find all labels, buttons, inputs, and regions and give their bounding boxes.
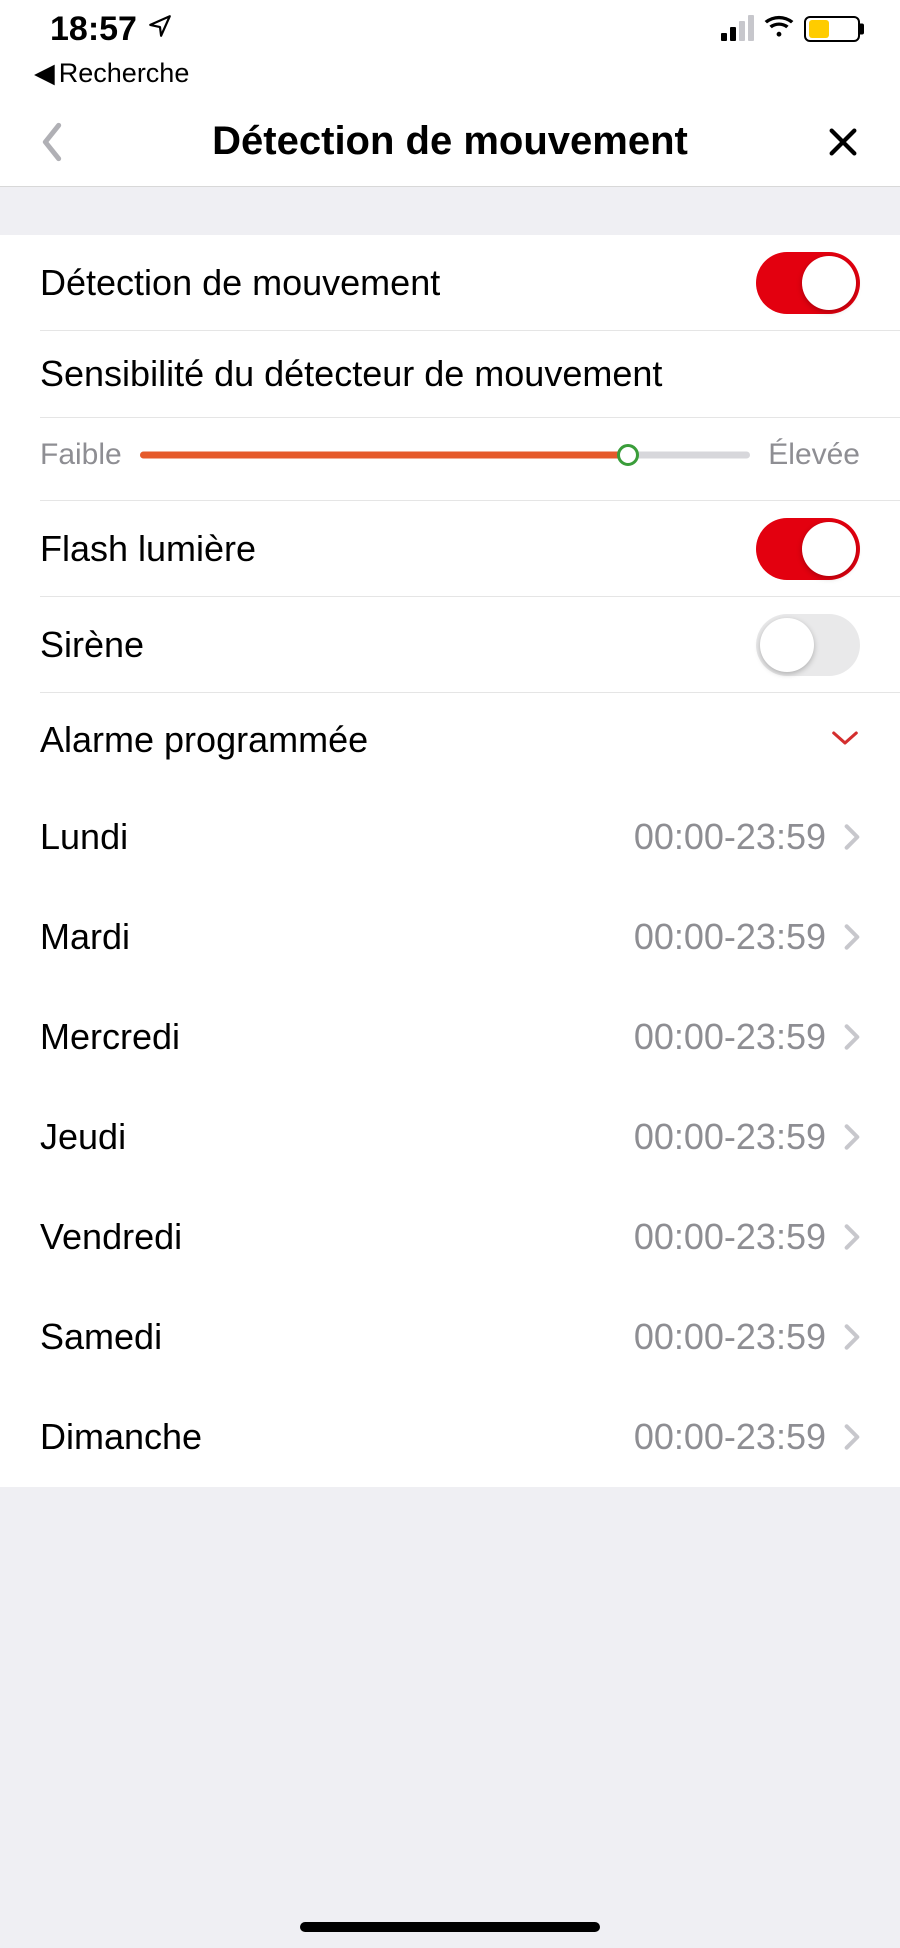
wifi-icon — [764, 15, 794, 44]
schedule-time-range: 00:00-23:59 — [634, 816, 826, 858]
chevron-right-icon — [844, 1223, 860, 1251]
sensitivity-slider[interactable] — [140, 443, 751, 467]
nav-bar: Détection de mouvement — [0, 97, 900, 187]
row-scheduled-alarm[interactable]: Alarme programmée — [40, 693, 900, 787]
schedule-time-range: 00:00-23:59 — [634, 1016, 826, 1058]
schedule-day-label: Jeudi — [40, 1116, 126, 1158]
schedule-row[interactable]: Mercredi 00:00-23:59 — [40, 987, 900, 1087]
row-siren: Sirène — [40, 597, 900, 693]
row-sensitivity-slider: Faible Élevée — [40, 418, 900, 501]
close-button[interactable] — [800, 125, 860, 159]
chevron-right-icon — [844, 1323, 860, 1351]
motion-detection-label: Détection de mouvement — [40, 262, 440, 304]
schedule-day-label: Vendredi — [40, 1216, 182, 1258]
schedule-row[interactable]: Lundi 00:00-23:59 — [40, 787, 900, 887]
schedule-day-label: Dimanche — [40, 1416, 202, 1458]
sensitivity-low-label: Faible — [40, 438, 122, 472]
back-caret-icon: ◀ — [34, 58, 55, 89]
schedule-row[interactable]: Mardi 00:00-23:59 — [40, 887, 900, 987]
flash-light-toggle[interactable] — [756, 518, 860, 580]
schedule-row[interactable]: Samedi 00:00-23:59 — [40, 1287, 900, 1387]
schedule-row[interactable]: Dimanche 00:00-23:59 — [40, 1387, 900, 1487]
scheduled-alarm-label: Alarme programmée — [40, 719, 368, 761]
schedule-time-range: 00:00-23:59 — [634, 1216, 826, 1258]
schedule-day-label: Samedi — [40, 1316, 162, 1358]
row-flash-light: Flash lumière — [40, 501, 900, 597]
settings-list: Détection de mouvement Sensibilité du dé… — [0, 235, 900, 1487]
schedule-day-label: Mercredi — [40, 1016, 180, 1058]
status-time: 18:57 — [50, 10, 137, 49]
chevron-down-icon — [830, 728, 860, 753]
schedule-time-range: 00:00-23:59 — [634, 1416, 826, 1458]
schedule-time-range: 00:00-23:59 — [634, 1316, 826, 1358]
schedule-time-range: 00:00-23:59 — [634, 1116, 826, 1158]
sensitivity-label: Sensibilité du détecteur de mouvement — [40, 331, 860, 417]
chevron-right-icon — [844, 1023, 860, 1051]
cell-signal-icon — [721, 17, 754, 41]
schedule-row[interactable]: Jeudi 00:00-23:59 — [40, 1087, 900, 1187]
chevron-right-icon — [844, 1423, 860, 1451]
row-sensitivity-title: Sensibilité du détecteur de mouvement — [40, 331, 900, 418]
page-title: Détection de mouvement — [100, 119, 800, 164]
row-motion-detection: Détection de mouvement — [40, 235, 900, 331]
chevron-right-icon — [844, 823, 860, 851]
chevron-right-icon — [844, 1123, 860, 1151]
schedule-day-label: Lundi — [40, 816, 128, 858]
status-bar: 18:57 — [0, 0, 900, 58]
flash-light-label: Flash lumière — [40, 528, 256, 570]
motion-detection-toggle[interactable] — [756, 252, 860, 314]
siren-toggle[interactable] — [756, 614, 860, 676]
sensitivity-high-label: Élevée — [768, 438, 860, 472]
location-icon — [147, 13, 173, 46]
back-to-app[interactable]: ◀ Recherche — [0, 58, 900, 97]
back-button[interactable] — [40, 122, 100, 162]
schedule-row[interactable]: Vendredi 00:00-23:59 — [40, 1187, 900, 1287]
siren-label: Sirène — [40, 624, 144, 666]
schedule-day-label: Mardi — [40, 916, 130, 958]
home-indicator[interactable] — [300, 1922, 600, 1932]
battery-icon — [804, 16, 860, 42]
chevron-right-icon — [844, 923, 860, 951]
schedule-time-range: 00:00-23:59 — [634, 916, 826, 958]
back-app-label: Recherche — [59, 58, 190, 89]
